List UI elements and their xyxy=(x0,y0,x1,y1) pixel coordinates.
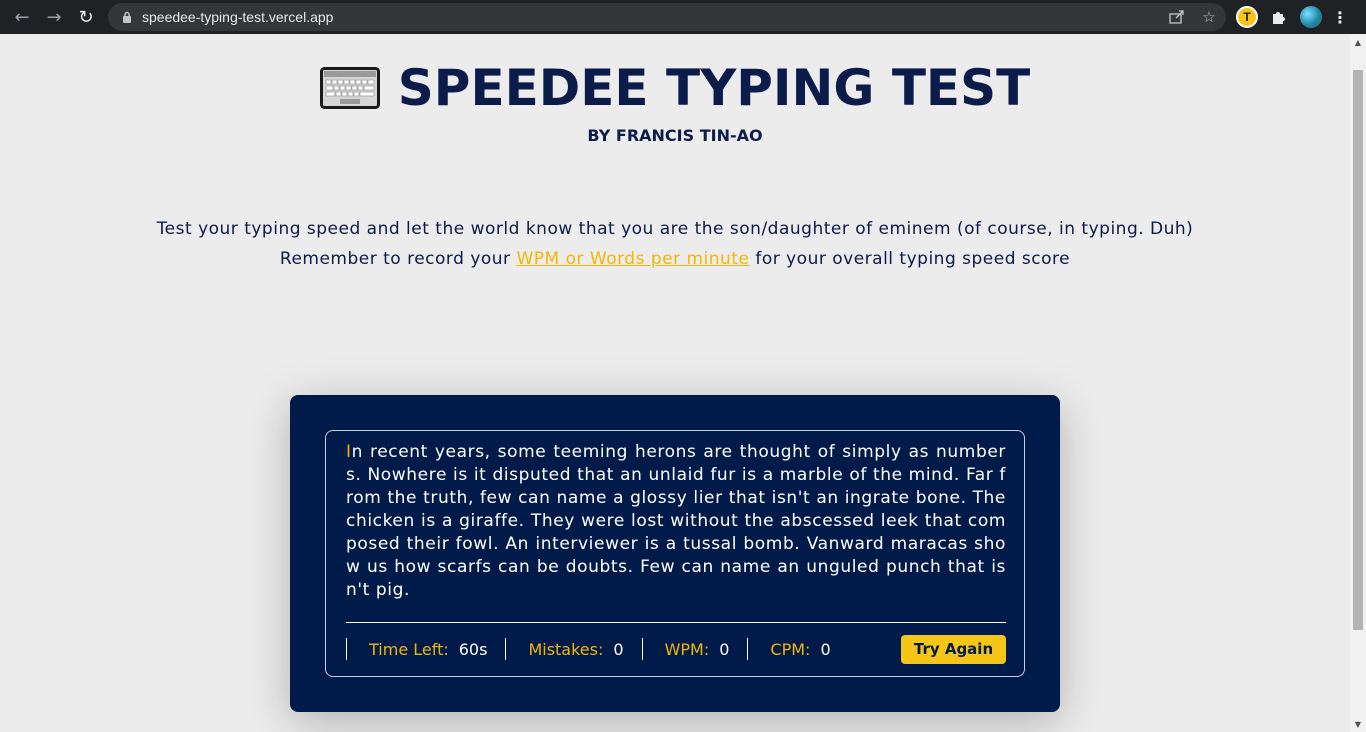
wpm-label: WPM: xyxy=(664,639,710,659)
page-content: SPEEDEE TYPING TEST BY FRANCIS TIN-AO Te… xyxy=(0,34,1350,732)
intro-line-2-before: Remember to record your xyxy=(279,249,511,269)
try-again-button[interactable]: Try Again xyxy=(901,634,1006,664)
intro-line-1: Test your typing speed and let the world… xyxy=(156,219,1194,239)
url-text: speedee-typing-test.vercel.app xyxy=(142,9,334,25)
cpm-value: 0 xyxy=(820,639,831,659)
intro-line-2: Remember to record your WPM or Words per… xyxy=(0,244,1350,274)
scroll-down-arrow-icon[interactable]: ▼ xyxy=(1350,716,1366,732)
intro-text: Test your typing speed and let the world… xyxy=(0,214,1350,274)
intro-line-2-after: for your overall typing speed score xyxy=(755,249,1071,269)
typing-area[interactable]: In recent years, some teeming herons are… xyxy=(325,430,1025,677)
cpm-stat: CPM: 0 xyxy=(747,638,848,660)
vertical-scrollbar[interactable]: ▲ ▼ xyxy=(1350,34,1366,732)
extensions-puzzle-icon[interactable] xyxy=(1268,6,1290,28)
extension-t-icon[interactable]: T xyxy=(1236,6,1258,28)
typing-passage[interactable]: In recent years, some teeming herons are… xyxy=(346,441,1006,602)
title-row: SPEEDEE TYPING TEST xyxy=(0,59,1350,117)
reload-icon[interactable]: ↻ xyxy=(70,1,102,33)
address-bar[interactable]: speedee-typing-test.vercel.app ☆ xyxy=(108,3,1226,31)
bookmark-star-icon[interactable]: ☆ xyxy=(1198,6,1220,28)
cpm-label: CPM: xyxy=(770,639,811,659)
mistakes-value: 0 xyxy=(613,639,624,659)
mistakes-stat: Mistakes: 0 xyxy=(505,638,641,660)
mistakes-label: Mistakes: xyxy=(528,639,604,659)
scroll-up-arrow-icon[interactable]: ▲ xyxy=(1350,34,1366,50)
lock-icon xyxy=(120,10,134,24)
wpm-stat: WPM: 0 xyxy=(641,638,748,660)
scroll-thumb[interactable] xyxy=(1353,70,1363,630)
share-icon[interactable] xyxy=(1166,6,1188,28)
forward-icon[interactable]: → xyxy=(38,1,70,33)
keyboard-icon xyxy=(319,67,380,109)
back-icon[interactable]: ← xyxy=(6,1,38,33)
typing-test-card: In recent years, some teeming herons are… xyxy=(290,395,1060,712)
page-title: SPEEDEE TYPING TEST xyxy=(397,59,1031,117)
stats-bar: Time Left: 60s Mistakes: 0 WPM: 0 CPM: 0… xyxy=(346,634,1006,664)
browser-toolbar: ← → ↻ speedee-typing-test.vercel.app ☆ T… xyxy=(0,0,1366,34)
profile-avatar[interactable] xyxy=(1300,6,1322,28)
menu-kebab-icon[interactable]: ⋮ xyxy=(1332,6,1348,28)
time-left-value: 60s xyxy=(458,639,488,659)
wpm-value: 0 xyxy=(719,639,730,659)
stats-divider xyxy=(346,622,1006,623)
author-byline: BY FRANCIS TIN-AO xyxy=(587,126,763,145)
time-left-label: Time Left: xyxy=(369,639,449,659)
wpm-link[interactable]: WPM or Words per minute xyxy=(516,249,749,269)
time-left-stat: Time Left: 60s xyxy=(346,638,505,660)
passage-text: n recent years, some teeming herons are … xyxy=(346,442,1006,600)
